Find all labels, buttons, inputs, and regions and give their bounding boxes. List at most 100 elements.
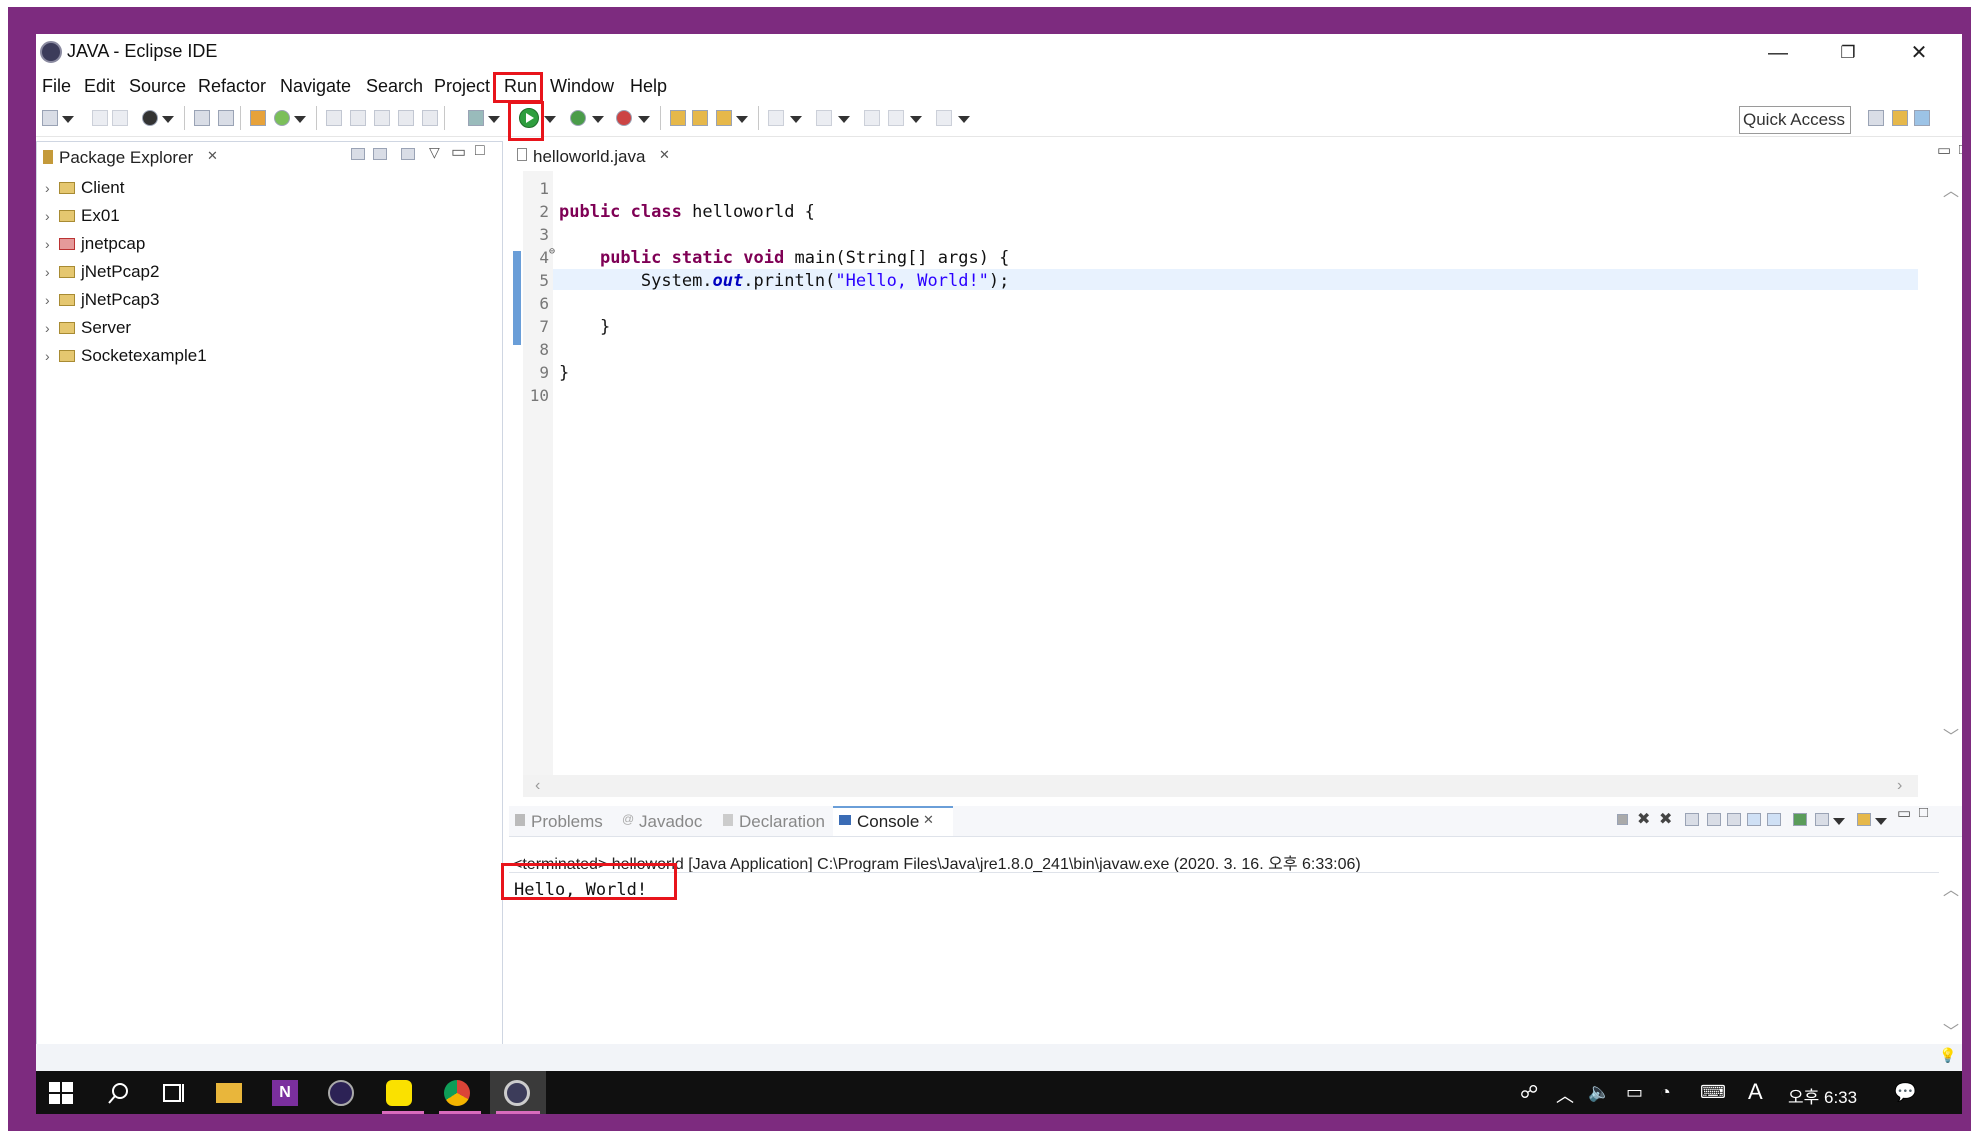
java-ee-perspective-icon[interactable] <box>1892 110 1908 126</box>
terminate-icon[interactable] <box>1617 814 1628 825</box>
forward-dropdown-icon[interactable] <box>958 116 970 123</box>
terminal-icon[interactable] <box>194 110 210 126</box>
show-hidden-icons-icon[interactable]: ︿ <box>1556 1082 1574 1108</box>
new-class-dropdown-icon[interactable] <box>294 116 306 123</box>
fold-icon[interactable]: ⊖ <box>549 246 555 257</box>
expand-icon[interactable]: › <box>45 236 59 252</box>
next-annotation-dropdown-icon[interactable] <box>790 116 802 123</box>
link-with-editor-icon[interactable] <box>373 148 387 160</box>
maximize-view-icon[interactable]: □ <box>475 142 485 160</box>
keyboard-icon[interactable]: ⌨ <box>1700 1082 1726 1103</box>
expand-icon[interactable]: › <box>45 292 59 308</box>
tree-item-client[interactable]: › Client <box>45 178 124 200</box>
display-console-dropdown-icon[interactable] <box>1833 818 1845 825</box>
ime-indicator[interactable]: A <box>1748 1079 1763 1105</box>
chrome-icon[interactable] <box>444 1080 470 1106</box>
battery-icon[interactable]: ▭ <box>1626 1082 1643 1103</box>
expand-icon[interactable]: › <box>45 320 59 336</box>
remove-launch-icon[interactable]: ✖ <box>1637 809 1650 829</box>
remove-all-icon[interactable]: ✖ <box>1659 809 1672 829</box>
tree-item-jnetpcap3[interactable]: › jNetPcap3 <box>45 290 159 312</box>
scroll-left-icon[interactable]: ‹ <box>535 777 540 795</box>
menu-help[interactable]: Help <box>630 76 667 97</box>
close-tab-icon[interactable]: ✕ <box>207 148 218 164</box>
toggle-block-selection-icon[interactable] <box>398 110 414 126</box>
last-edit-location-icon[interactable] <box>864 110 880 126</box>
close-tab-icon[interactable]: ✕ <box>923 812 934 828</box>
expand-icon[interactable]: › <box>45 264 59 280</box>
menu-project[interactable]: Project <box>434 76 490 97</box>
coverage-icon[interactable] <box>570 110 586 126</box>
run-dropdown-icon[interactable] <box>544 116 556 123</box>
profile-icon[interactable] <box>142 110 158 126</box>
back-icon[interactable] <box>888 110 904 126</box>
file-explorer-icon[interactable] <box>216 1083 242 1103</box>
skip-breakpoints-icon[interactable] <box>218 110 234 126</box>
menu-window[interactable]: Window <box>550 76 614 97</box>
menu-navigate[interactable]: Navigate <box>280 76 351 97</box>
editor-tab-helloworld[interactable]: helloworld.java <box>533 147 645 167</box>
menu-refactor[interactable]: Refactor <box>198 76 266 97</box>
menu-source[interactable]: Source <box>129 76 186 97</box>
show-whitespace-icon[interactable] <box>422 110 438 126</box>
external-tools-icon[interactable] <box>616 110 632 126</box>
open-console-dropdown-icon[interactable] <box>1875 818 1887 825</box>
annotation-dropdown-icon[interactable] <box>736 116 748 123</box>
annotation-icon[interactable] <box>716 110 732 126</box>
expand-icon[interactable]: › <box>45 348 59 364</box>
notifications-icon[interactable]: 💬 <box>1894 1082 1916 1103</box>
open-task-icon[interactable] <box>692 110 708 126</box>
expand-icon[interactable]: › <box>45 180 59 196</box>
tree-item-server[interactable]: › Server <box>45 318 131 340</box>
eclipse-taskbar-icon[interactable] <box>328 1080 354 1106</box>
tree-item-jnetpcap2[interactable]: › jNetPcap2 <box>45 262 159 284</box>
clear-console-icon[interactable] <box>1685 813 1699 826</box>
close-tab-icon[interactable]: ✕ <box>659 147 670 163</box>
tab-declaration[interactable]: Declaration <box>739 812 825 832</box>
search-icon[interactable] <box>350 110 366 126</box>
collapse-all-icon[interactable] <box>351 148 365 160</box>
search-icon[interactable] <box>106 1080 132 1106</box>
tab-problems[interactable]: Problems <box>531 812 603 832</box>
open-perspective-icon[interactable] <box>1868 110 1884 126</box>
maximize-editor-icon[interactable]: □ <box>1959 141 1962 158</box>
tree-item-socketexample1[interactable]: › Socketexample1 <box>45 346 207 368</box>
new-icon[interactable] <box>42 110 58 126</box>
back-dropdown-icon[interactable] <box>910 116 922 123</box>
tip-icon[interactable]: 💡 <box>1939 1047 1956 1064</box>
expand-icon[interactable]: › <box>45 208 59 224</box>
minimize-view-icon[interactable]: ▭ <box>1897 804 1911 822</box>
quick-access-field[interactable]: Quick Access <box>1739 106 1851 134</box>
word-wrap-icon[interactable] <box>1727 813 1741 826</box>
new-dropdown-icon[interactable] <box>62 116 74 123</box>
volume-icon[interactable]: 🔈 <box>1588 1082 1610 1103</box>
previous-annotation-dropdown-icon[interactable] <box>838 116 850 123</box>
open-folder-icon[interactable] <box>670 110 686 126</box>
clock[interactable]: 오후 6:33 <box>1788 1083 1857 1108</box>
external-tools-dropdown-icon[interactable] <box>638 116 650 123</box>
minimize-view-icon[interactable]: ▭ <box>451 142 466 162</box>
tab-console[interactable]: Console <box>857 812 919 832</box>
kakaotalk-icon[interactable] <box>386 1080 412 1106</box>
minimize-button[interactable]: — <box>1743 34 1813 72</box>
eclipse-active-icon[interactable] <box>504 1080 530 1106</box>
open-type-icon[interactable] <box>326 110 342 126</box>
maximize-view-icon[interactable]: □ <box>1919 804 1928 821</box>
show-on-stderr-icon[interactable] <box>1767 813 1781 826</box>
show-on-stdout-icon[interactable] <box>1747 813 1761 826</box>
new-java-project-icon[interactable] <box>250 110 266 126</box>
focus-icon[interactable] <box>401 148 415 160</box>
previous-annotation-icon[interactable] <box>816 110 832 126</box>
restore-button[interactable]: ❐ <box>1813 34 1883 72</box>
scroll-down-icon[interactable]: ﹀ <box>1943 1018 1959 1042</box>
task-view-icon[interactable] <box>160 1080 186 1106</box>
scroll-lock-icon[interactable] <box>1707 813 1721 826</box>
windows-start-icon[interactable] <box>48 1080 74 1106</box>
next-annotation-icon[interactable] <box>768 110 784 126</box>
horizontal-scrollbar[interactable] <box>523 775 1918 797</box>
menu-edit[interactable]: Edit <box>84 76 115 97</box>
scroll-up-icon[interactable]: ︿ <box>1943 177 1959 201</box>
scroll-down-icon[interactable]: ﹀ <box>1943 723 1959 747</box>
toggle-mark-occurrences-icon[interactable] <box>374 110 390 126</box>
profile-dropdown-icon[interactable] <box>162 116 174 123</box>
